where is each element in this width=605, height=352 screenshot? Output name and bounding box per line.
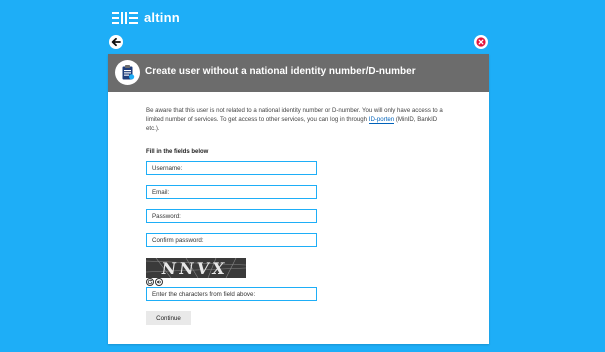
captcha-refresh-button[interactable]: [146, 278, 154, 286]
arrow-left-icon: [111, 37, 121, 47]
confirm-password-field[interactable]: [146, 233, 317, 247]
captcha-image: NNVX: [146, 258, 246, 278]
email-field[interactable]: [146, 185, 317, 199]
captcha-answer-field[interactable]: [146, 287, 317, 301]
brand: altinn: [112, 10, 180, 25]
refresh-icon: [147, 279, 153, 285]
captcha-text: NNVX: [160, 259, 229, 278]
captcha-controls: [146, 278, 163, 286]
close-button[interactable]: [474, 35, 488, 49]
dialog-header: Create user without a national identity …: [108, 54, 489, 92]
password-field[interactable]: [146, 209, 317, 223]
id-porten-link[interactable]: ID-porten: [368, 116, 395, 124]
intro-text: Be aware that this user is not related t…: [146, 106, 452, 133]
username-field[interactable]: [146, 161, 317, 175]
brand-name: altinn: [144, 10, 180, 25]
clipboard-user-icon: [122, 65, 135, 80]
altinn-logo-icon: [112, 11, 138, 24]
back-button[interactable]: [109, 35, 123, 49]
continue-button[interactable]: Continue: [146, 311, 191, 325]
header-icon-badge: [115, 60, 140, 85]
audio-icon: [157, 280, 161, 284]
create-user-dialog: Create user without a national identity …: [108, 54, 489, 344]
section-label: Fill in the fields below: [146, 149, 209, 155]
captcha-audio-button[interactable]: [155, 278, 163, 286]
dialog-title: Create user without a national identity …: [145, 66, 416, 77]
close-icon: [476, 37, 486, 47]
